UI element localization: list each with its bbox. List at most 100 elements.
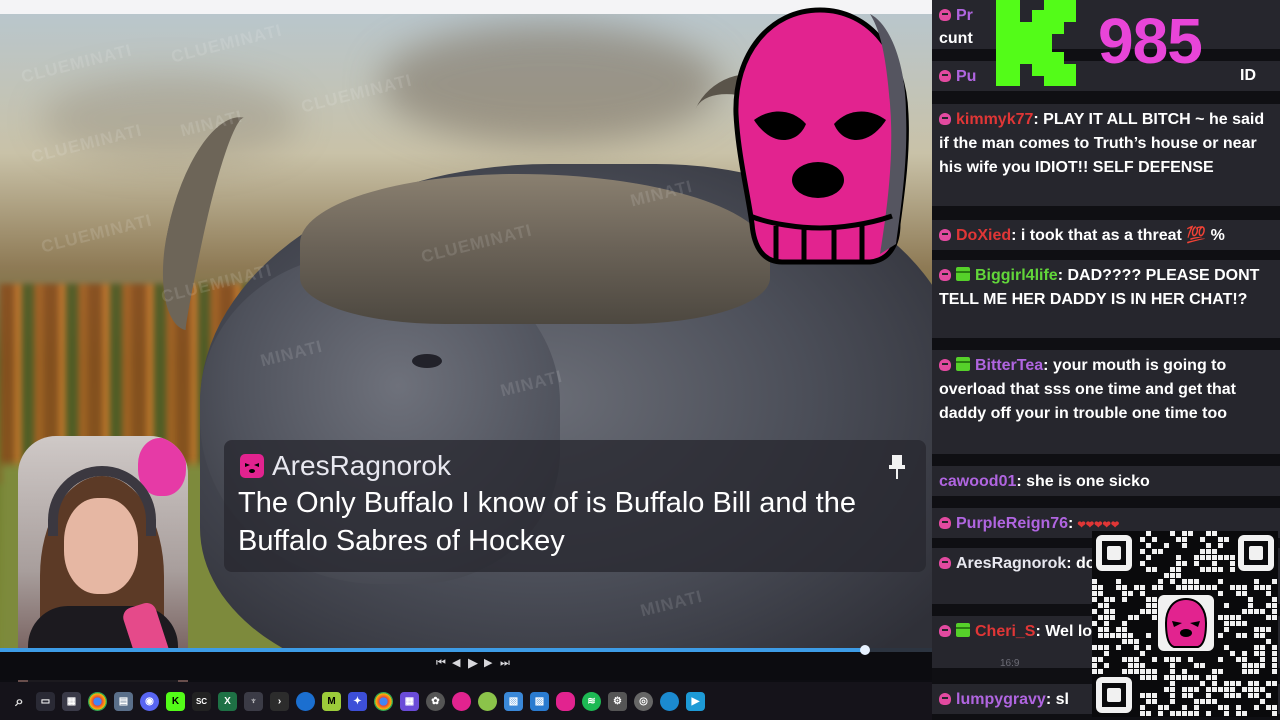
qr-module: [1212, 555, 1217, 560]
settings-icon[interactable]: ✿: [426, 691, 445, 711]
qr-module: [1098, 633, 1103, 638]
qr-module: [1230, 567, 1235, 572]
qr-module: [1188, 585, 1193, 590]
gear-icon[interactable]: ⚙: [608, 691, 627, 711]
vpn-icon[interactable]: ♆: [244, 691, 263, 711]
qr-module: [1146, 609, 1151, 614]
qr-module: [1122, 597, 1127, 602]
balaclava-logo: [733, 7, 909, 265]
mask2-icon[interactable]: [556, 691, 575, 711]
qr-module: [1224, 645, 1229, 650]
window-icon[interactable]: ▭: [36, 691, 55, 711]
qr-module: [1236, 711, 1241, 716]
qr-module: [1122, 621, 1127, 626]
qr-module: [1092, 591, 1097, 596]
photos-icon[interactable]: ▨: [530, 691, 549, 711]
qr-module: [1146, 567, 1151, 572]
search-icon[interactable]: ⌕: [10, 692, 29, 711]
calculator-icon[interactable]: ▤: [114, 691, 133, 711]
qr-module: [1164, 705, 1169, 710]
skip-start-icon[interactable]: ⏮: [436, 656, 446, 670]
chat-username[interactable]: cawood01: [939, 473, 1016, 490]
qr-module: [1194, 675, 1199, 680]
qr-module: [1212, 681, 1217, 686]
qr-module: [1242, 711, 1247, 716]
step-back-icon[interactable]: ◀: [452, 656, 460, 670]
qr-module: [1134, 639, 1139, 644]
skip-end-icon[interactable]: ⏭: [500, 656, 510, 670]
play-icon[interactable]: ▶: [468, 656, 478, 670]
qr-module: [1272, 609, 1277, 614]
chat-username[interactable]: Pu: [956, 68, 976, 85]
grid-icon[interactable]: ▦: [400, 691, 419, 711]
qr-module: [1194, 687, 1199, 692]
qr-module: [1140, 561, 1145, 566]
qr-module: [1152, 609, 1157, 614]
chat-username[interactable]: PurpleReign76: [956, 515, 1068, 532]
chat-icon[interactable]: [478, 691, 497, 711]
mask-app-icon[interactable]: [452, 691, 471, 711]
edge2-icon[interactable]: [660, 691, 679, 711]
qr-module: [1224, 681, 1229, 686]
chat-username[interactable]: Pr: [956, 7, 973, 24]
qr-module: [1164, 543, 1169, 548]
excel-icon[interactable]: X: [218, 691, 237, 711]
qr-module: [1092, 645, 1097, 650]
qr-module: [1206, 549, 1211, 554]
qr-module: [1254, 627, 1259, 632]
qr-module: [1140, 693, 1145, 698]
qr-module: [1122, 627, 1127, 632]
qr-module: [1218, 579, 1223, 584]
qr-module: [1128, 657, 1133, 662]
chat-username[interactable]: kimmyk77: [956, 111, 1033, 128]
chrome-icon[interactable]: [88, 691, 107, 711]
app2-icon[interactable]: ▶: [686, 691, 705, 711]
progress-track[interactable]: [0, 645, 932, 655]
qr-module: [1236, 585, 1241, 590]
cloud: [380, 24, 720, 144]
qr-module: [1152, 567, 1157, 572]
progress-handle[interactable]: [859, 645, 870, 655]
qr-module: [1170, 711, 1175, 716]
qr-module: [1230, 693, 1235, 698]
discord-icon[interactable]: ◉: [140, 691, 159, 711]
qr-module: [1242, 657, 1247, 662]
terminal-icon[interactable]: ›: [270, 691, 289, 711]
task-icon[interactable]: ▦: [62, 691, 81, 711]
chat-username[interactable]: BitterTea: [975, 357, 1043, 374]
app-icon[interactable]: ✦: [348, 691, 367, 711]
qr-code[interactable]: [1092, 531, 1278, 717]
edge-icon[interactable]: [296, 691, 315, 711]
qr-module: [1230, 555, 1235, 560]
m-icon[interactable]: M: [322, 691, 341, 711]
qr-module: [1242, 669, 1247, 674]
qr-module: [1218, 615, 1223, 620]
qr-module: [1266, 603, 1271, 608]
chat-username[interactable]: DoXied: [956, 227, 1011, 244]
qr-module: [1140, 675, 1145, 680]
qr-module: [1128, 633, 1133, 638]
chrome2-icon[interactable]: [374, 691, 393, 711]
globe-icon[interactable]: ◎: [634, 691, 653, 711]
qr-module: [1146, 603, 1151, 608]
pin-icon[interactable]: [886, 454, 908, 480]
pictures-icon[interactable]: ▧: [504, 691, 523, 711]
qr-module: [1248, 681, 1253, 686]
qr-module: [1242, 687, 1247, 692]
qr-module: [1272, 669, 1277, 674]
qr-module: [1254, 663, 1259, 668]
chat-username[interactable]: Biggirl4life: [975, 267, 1058, 284]
qr-module: [1098, 627, 1103, 632]
chat-username[interactable]: lumpygravy: [956, 691, 1046, 708]
kick-icon[interactable]: K: [166, 691, 185, 711]
qr-module: [1128, 591, 1133, 596]
step-forward-icon[interactable]: ▶: [484, 656, 492, 670]
chat-username[interactable]: AresRagnorok: [956, 555, 1066, 572]
qr-module: [1104, 651, 1109, 656]
qr-module: [1194, 711, 1199, 716]
sc-icon[interactable]: SC: [192, 691, 211, 711]
qr-module: [1260, 609, 1265, 614]
qr-module: [1236, 615, 1241, 620]
chat-username[interactable]: Cheri_S: [975, 623, 1035, 640]
spotify-icon[interactable]: ≋: [582, 691, 601, 711]
